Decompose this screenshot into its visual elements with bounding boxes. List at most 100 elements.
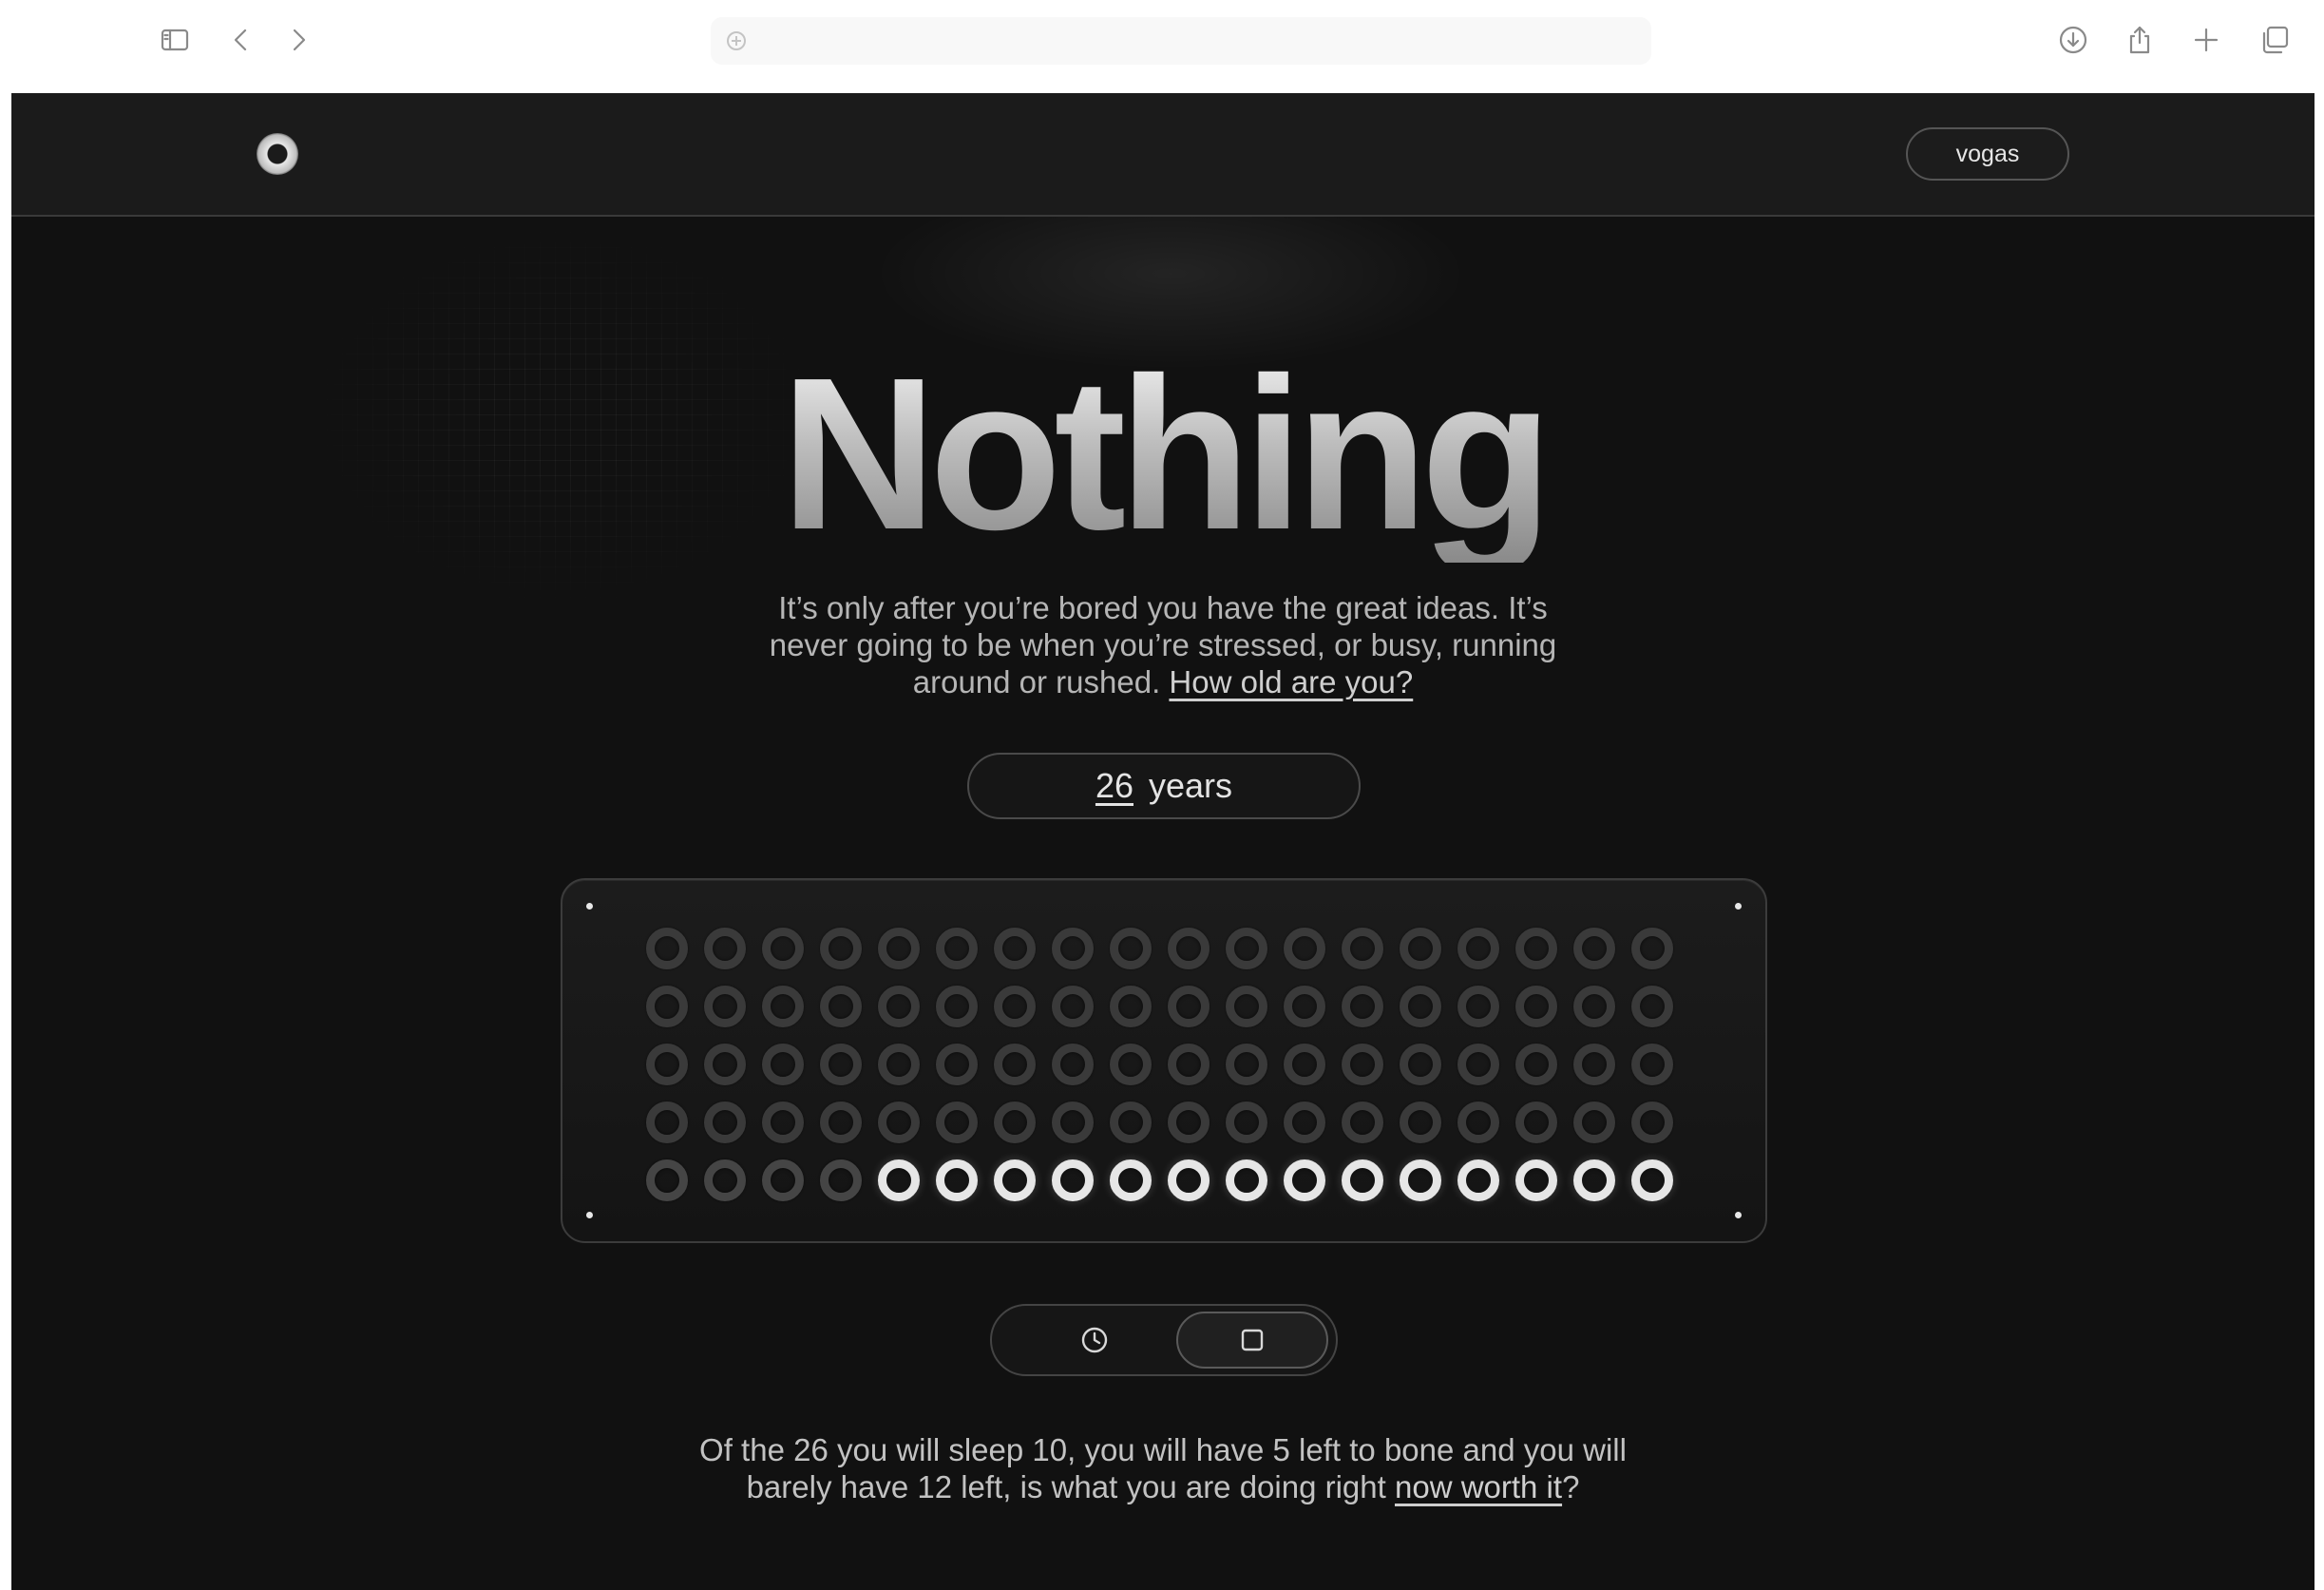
life-dot-empty (1515, 986, 1557, 1027)
life-dot-empty (762, 1102, 804, 1143)
life-dot-empty (646, 1102, 688, 1143)
life-dot-empty (820, 1044, 862, 1085)
life-dot-empty (1515, 1044, 1557, 1085)
intro-body: It’s only after you’re bored you have th… (769, 590, 1557, 699)
life-dot-empty (1400, 1102, 1441, 1143)
panel-corner-dot (586, 1212, 593, 1218)
life-dot-empty (646, 986, 688, 1027)
life-dot-empty (878, 986, 920, 1027)
life-dot-empty (1457, 986, 1499, 1027)
life-grid-panel (561, 878, 1767, 1243)
life-dot-empty (820, 1102, 862, 1143)
life-dot-empty (1226, 1102, 1267, 1143)
panel-corner-dot (1735, 903, 1742, 910)
life-dot-empty (1631, 1102, 1673, 1143)
life-dot-empty (1226, 986, 1267, 1027)
life-dot-empty (1515, 1102, 1557, 1143)
life-dot-empty (1168, 928, 1210, 969)
life-dot-empty (1168, 1044, 1210, 1085)
age-unit: years (1149, 766, 1233, 805)
new-tab-icon[interactable] (2185, 19, 2227, 61)
life-dot-empty (1400, 986, 1441, 1027)
life-dot-empty (1631, 986, 1673, 1027)
life-dot-empty (1457, 1102, 1499, 1143)
back-icon[interactable] (220, 19, 262, 61)
life-dot-empty (820, 1159, 862, 1201)
life-dot-empty (1631, 1044, 1673, 1085)
life-dot-empty (1342, 1102, 1383, 1143)
life-dot-filled (1110, 1159, 1152, 1201)
worth-it-link[interactable]: now worth it (1395, 1469, 1562, 1504)
life-dot-filled (1631, 1159, 1673, 1201)
life-dot-empty (1342, 928, 1383, 969)
life-dot-empty (704, 928, 746, 969)
life-dot-empty (1400, 928, 1441, 969)
view-toggle (990, 1304, 1338, 1376)
life-dot-empty (1573, 1102, 1615, 1143)
sidebar-icon[interactable] (154, 19, 196, 61)
life-dot-empty (1110, 986, 1152, 1027)
grid-view-button[interactable] (1176, 1312, 1328, 1369)
outro-end: ? (1562, 1469, 1580, 1504)
life-dot-empty (1342, 1044, 1383, 1085)
life-dot-empty (646, 1044, 688, 1085)
address-bar[interactable] (711, 17, 1651, 65)
life-dot-empty (1400, 1044, 1441, 1085)
downloads-icon[interactable] (2052, 19, 2094, 61)
age-question-link[interactable]: How old are you? (1169, 664, 1413, 699)
life-dot-empty (1573, 1044, 1615, 1085)
life-dot-empty (1573, 986, 1615, 1027)
user-button[interactable]: vogas (1906, 127, 2069, 181)
life-dot-empty (936, 1044, 978, 1085)
life-dot-empty (762, 928, 804, 969)
panel-corner-dot (586, 903, 593, 910)
life-dot-filled (1052, 1159, 1094, 1201)
life-dot-empty (1052, 928, 1094, 969)
life-dot-empty (1226, 928, 1267, 969)
life-dot-empty (762, 1159, 804, 1201)
life-dot-empty (1168, 986, 1210, 1027)
life-dots-grid (638, 920, 1682, 1210)
life-dot-empty (994, 986, 1036, 1027)
life-dot-empty (762, 986, 804, 1027)
square-icon (1241, 1329, 1264, 1351)
life-dot-empty (1052, 1102, 1094, 1143)
life-dot-empty (1168, 1102, 1210, 1143)
life-dot-empty (1110, 1102, 1152, 1143)
age-value[interactable]: 26 (1095, 766, 1133, 806)
outro-text: Of the 26 you will sleep 10, you will ha… (676, 1431, 1649, 1505)
life-dot-empty (878, 1102, 920, 1143)
life-dot-empty (1110, 928, 1152, 969)
life-dot-empty (1573, 928, 1615, 969)
life-dot-empty (1052, 986, 1094, 1027)
ring-logo-icon[interactable] (257, 133, 298, 175)
tabs-overview-icon[interactable] (2254, 19, 2295, 61)
life-dot-filled (1515, 1159, 1557, 1201)
clock-view-button[interactable] (1019, 1312, 1171, 1369)
forward-icon[interactable] (277, 19, 319, 61)
life-dot-empty (994, 1044, 1036, 1085)
life-dot-filled (1573, 1159, 1615, 1201)
life-dot-empty (1284, 1044, 1325, 1085)
life-dot-filled (1284, 1159, 1325, 1201)
age-input[interactable]: 26 years (967, 753, 1361, 819)
intro-text: It’s only after you’re bored you have th… (743, 589, 1583, 700)
life-dot-empty (1631, 928, 1673, 969)
life-dot-filled (1400, 1159, 1441, 1201)
life-dot-empty (1457, 1044, 1499, 1085)
life-dot-empty (1226, 1044, 1267, 1085)
clock-icon (1081, 1327, 1108, 1353)
life-dot-empty (1284, 986, 1325, 1027)
life-dot-filled (1168, 1159, 1210, 1201)
life-dot-empty (936, 1102, 978, 1143)
life-dot-empty (704, 1102, 746, 1143)
page-content: vogas Nothing It’s only after you’re bor… (11, 93, 2314, 1590)
share-icon[interactable] (2119, 19, 2161, 61)
life-dot-empty (1342, 986, 1383, 1027)
life-dot-filled (1457, 1159, 1499, 1201)
life-dot-empty (646, 928, 688, 969)
life-dot-empty (1457, 928, 1499, 969)
life-dot-empty (704, 1159, 746, 1201)
life-dot-empty (704, 1044, 746, 1085)
life-dot-filled (994, 1159, 1036, 1201)
